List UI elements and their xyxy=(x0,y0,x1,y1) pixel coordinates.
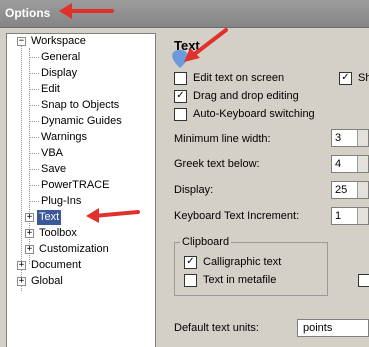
tree-connector xyxy=(29,137,39,138)
expand-icon[interactable]: + xyxy=(25,245,34,254)
annotation-arrow-checkbox xyxy=(172,28,228,68)
tree-item-dynamic-guides[interactable]: Dynamic Guides xyxy=(41,114,122,129)
tree-connector xyxy=(29,153,39,154)
default-text-units-label: Default text units: xyxy=(174,322,259,334)
tree-connector xyxy=(29,185,39,186)
tree-item-display[interactable]: Display xyxy=(41,66,77,81)
checkbox-box[interactable] xyxy=(174,89,187,103)
options-tree[interactable]: − Workspace General Display Edit Snap to… xyxy=(6,33,156,347)
checkbox-box[interactable] xyxy=(184,273,197,287)
tree-connector xyxy=(29,57,39,58)
checkbox-box[interactable] xyxy=(174,107,187,121)
tree-item-edit[interactable]: Edit xyxy=(41,82,60,97)
tree-item-plug-ins[interactable]: Plug-Ins xyxy=(41,194,81,209)
keyboard-text-increment-label: Keyboard Text Increment: xyxy=(174,210,300,222)
greek-text-below-field[interactable]: 4 xyxy=(331,155,369,173)
tree-item-vba[interactable]: VBA xyxy=(41,146,63,161)
tree-connector xyxy=(29,105,39,106)
spin-buttons[interactable] xyxy=(357,156,368,172)
default-text-units-select[interactable]: points xyxy=(297,319,369,337)
checkbox-box[interactable] xyxy=(184,255,197,269)
expand-icon[interactable]: + xyxy=(25,213,34,222)
text-in-metafile-checkbox[interactable]: Text in metafile xyxy=(184,273,276,289)
display-label: Display: xyxy=(174,184,214,196)
clipboard-group-label: Clipboard xyxy=(180,236,232,248)
tree-item-powertrace[interactable]: PowerTRACE xyxy=(41,178,109,193)
show-checkbox[interactable]: Sho xyxy=(339,71,369,87)
tree-connector xyxy=(29,201,39,202)
spin-buttons[interactable] xyxy=(357,208,368,224)
spin-buttons[interactable] xyxy=(357,130,368,146)
partial-checkbox[interactable] xyxy=(358,273,369,289)
display-field[interactable]: 25 xyxy=(331,181,369,199)
min-line-width-label: Minimum line width: xyxy=(174,133,271,145)
checkbox-box[interactable] xyxy=(339,71,352,85)
auto-keyboard-switching-checkbox[interactable]: Auto-Keyboard switching xyxy=(174,107,315,123)
window-title: Options xyxy=(5,6,51,20)
expand-icon[interactable]: + xyxy=(25,229,34,238)
tree-connector xyxy=(29,89,39,90)
drag-drop-editing-checkbox[interactable]: Drag and drop editing xyxy=(174,89,299,105)
tree-connector xyxy=(29,169,39,170)
keyboard-text-increment-field[interactable]: 1 xyxy=(331,207,369,225)
tree-item-save[interactable]: Save xyxy=(41,162,66,177)
annotation-arrow-text xyxy=(86,208,140,223)
expand-icon[interactable]: + xyxy=(17,261,26,270)
tree-item-warnings[interactable]: Warnings xyxy=(41,130,87,145)
spin-buttons[interactable] xyxy=(357,182,368,198)
tree-connector xyxy=(21,42,22,291)
tree-connector xyxy=(29,73,39,74)
collapse-icon[interactable]: − xyxy=(17,37,26,46)
greek-text-below-label: Greek text below: xyxy=(174,158,260,170)
tree-connector xyxy=(29,121,39,122)
checkbox-box[interactable] xyxy=(358,273,369,287)
calligraphic-text-checkbox[interactable]: Calligraphic text xyxy=(184,255,281,271)
tree-item-snap-to-objects[interactable]: Snap to Objects xyxy=(41,98,119,113)
annotation-arrow-title xyxy=(59,3,114,19)
tree-item-general[interactable]: General xyxy=(41,50,80,65)
min-line-width-field[interactable]: 3 xyxy=(331,129,369,147)
expand-icon[interactable]: + xyxy=(17,277,26,286)
